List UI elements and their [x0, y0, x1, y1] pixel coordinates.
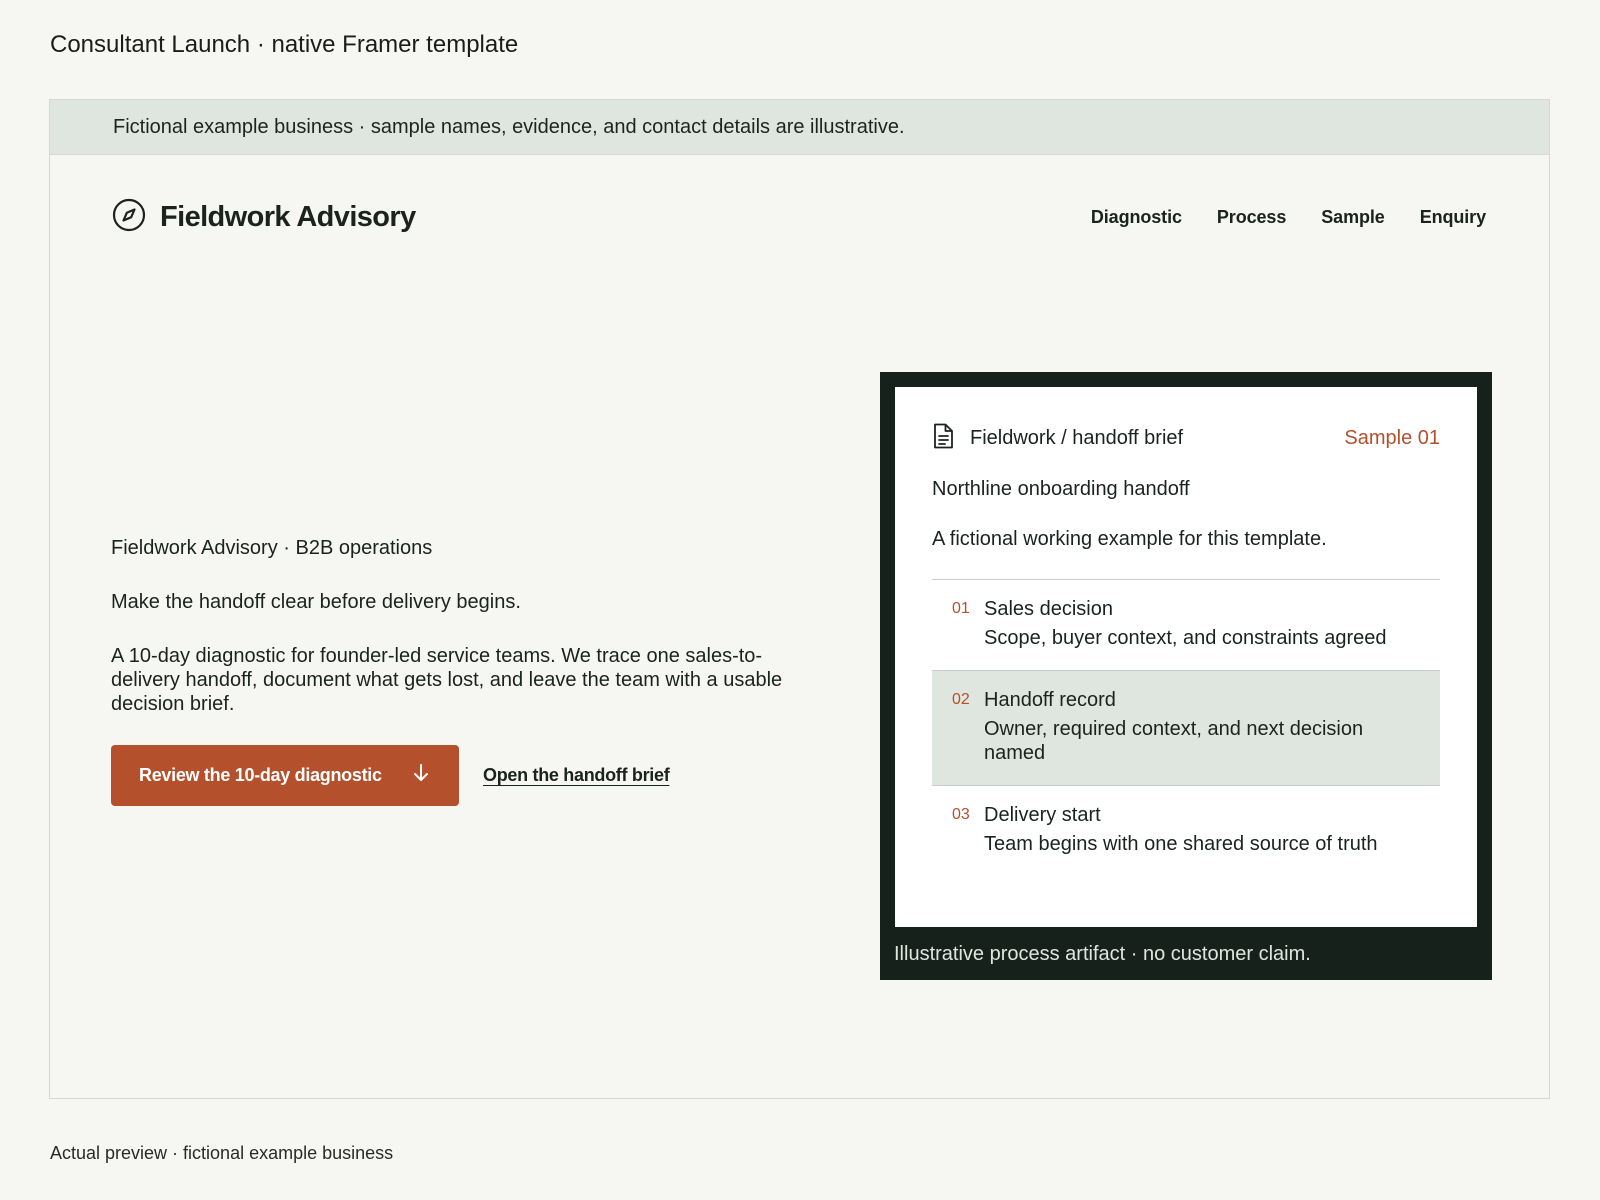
step-number: 02 [952, 691, 970, 708]
review-diagnostic-label: Review the 10-day diagnostic [139, 765, 382, 785]
preview-frame: Fictional example business · sample name… [49, 99, 1550, 1099]
hero-section: Fieldwork Advisory · B2B operations Make… [111, 537, 801, 806]
hero-headline: Make the handoff clear before delivery b… [111, 591, 521, 613]
step-description: Scope, buyer context, and constraints ag… [984, 627, 1387, 649]
nav-link-process[interactable]: Process [1217, 207, 1286, 228]
nav-link-diagnostic[interactable]: Diagnostic [1091, 207, 1182, 228]
hero-body: A 10-day diagnostic for founder-led serv… [111, 645, 783, 715]
brief-card: Fieldwork / handoff brief Sample 01 Nort… [895, 387, 1477, 927]
step-handoff-record: 02 Handoff record Owner, required contex… [932, 671, 1440, 786]
review-diagnostic-button[interactable]: Review the 10-day diagnostic [111, 745, 459, 806]
step-title: Handoff record [984, 689, 1116, 711]
nav-link-enquiry[interactable]: Enquiry [1420, 207, 1486, 228]
site-header: Fieldwork Advisory Diagnostic Process Sa… [112, 195, 1486, 239]
step-title: Sales decision [984, 598, 1113, 620]
open-handoff-brief-link[interactable]: Open the handoff brief [483, 765, 670, 786]
cta-row: Review the 10-day diagnostic Open the ha… [111, 745, 801, 806]
page-caption: Consultant Launch · native Framer templa… [50, 31, 519, 58]
main-nav: Diagnostic Process Sample Enquiry [1091, 207, 1486, 228]
step-number: 01 [952, 600, 970, 617]
brief-title: Northline onboarding handoff [932, 478, 1190, 500]
brand-logo[interactable]: Fieldwork Advisory [112, 198, 416, 237]
hero-eyebrow: Fieldwork Advisory · B2B operations [111, 537, 433, 559]
arrow-down-icon [412, 763, 430, 788]
brief-header: Fieldwork / handoff brief Sample 01 [932, 423, 1440, 453]
notice-text: Fictional example business · sample name… [113, 115, 905, 138]
brief-label: Fieldwork / handoff brief [970, 426, 1184, 449]
footer-caption: Actual preview · fictional example busin… [50, 1143, 394, 1163]
step-description: Owner, required context, and next decisi… [984, 718, 1364, 764]
step-number: 03 [952, 806, 970, 823]
step-description: Team begins with one shared source of tr… [984, 833, 1378, 855]
sample-tag: Sample 01 [1344, 426, 1440, 449]
nav-link-sample[interactable]: Sample [1321, 207, 1385, 228]
step-delivery-start: 03 Delivery start Team begins with one s… [932, 786, 1440, 876]
document-icon [932, 423, 954, 454]
artifact-caption: Illustrative process artifact · no custo… [894, 943, 1311, 965]
handoff-steps: 01 Sales decision Scope, buyer context, … [932, 579, 1440, 876]
handoff-brief-artifact: Fieldwork / handoff brief Sample 01 Nort… [880, 372, 1492, 980]
step-sales-decision: 01 Sales decision Scope, buyer context, … [932, 580, 1440, 671]
brief-note: A fictional working example for this tem… [932, 528, 1327, 550]
compass-icon [112, 198, 146, 237]
brand-name: Fieldwork Advisory [160, 200, 416, 233]
step-title: Delivery start [984, 804, 1101, 826]
notice-bar: Fictional example business · sample name… [50, 100, 1549, 155]
